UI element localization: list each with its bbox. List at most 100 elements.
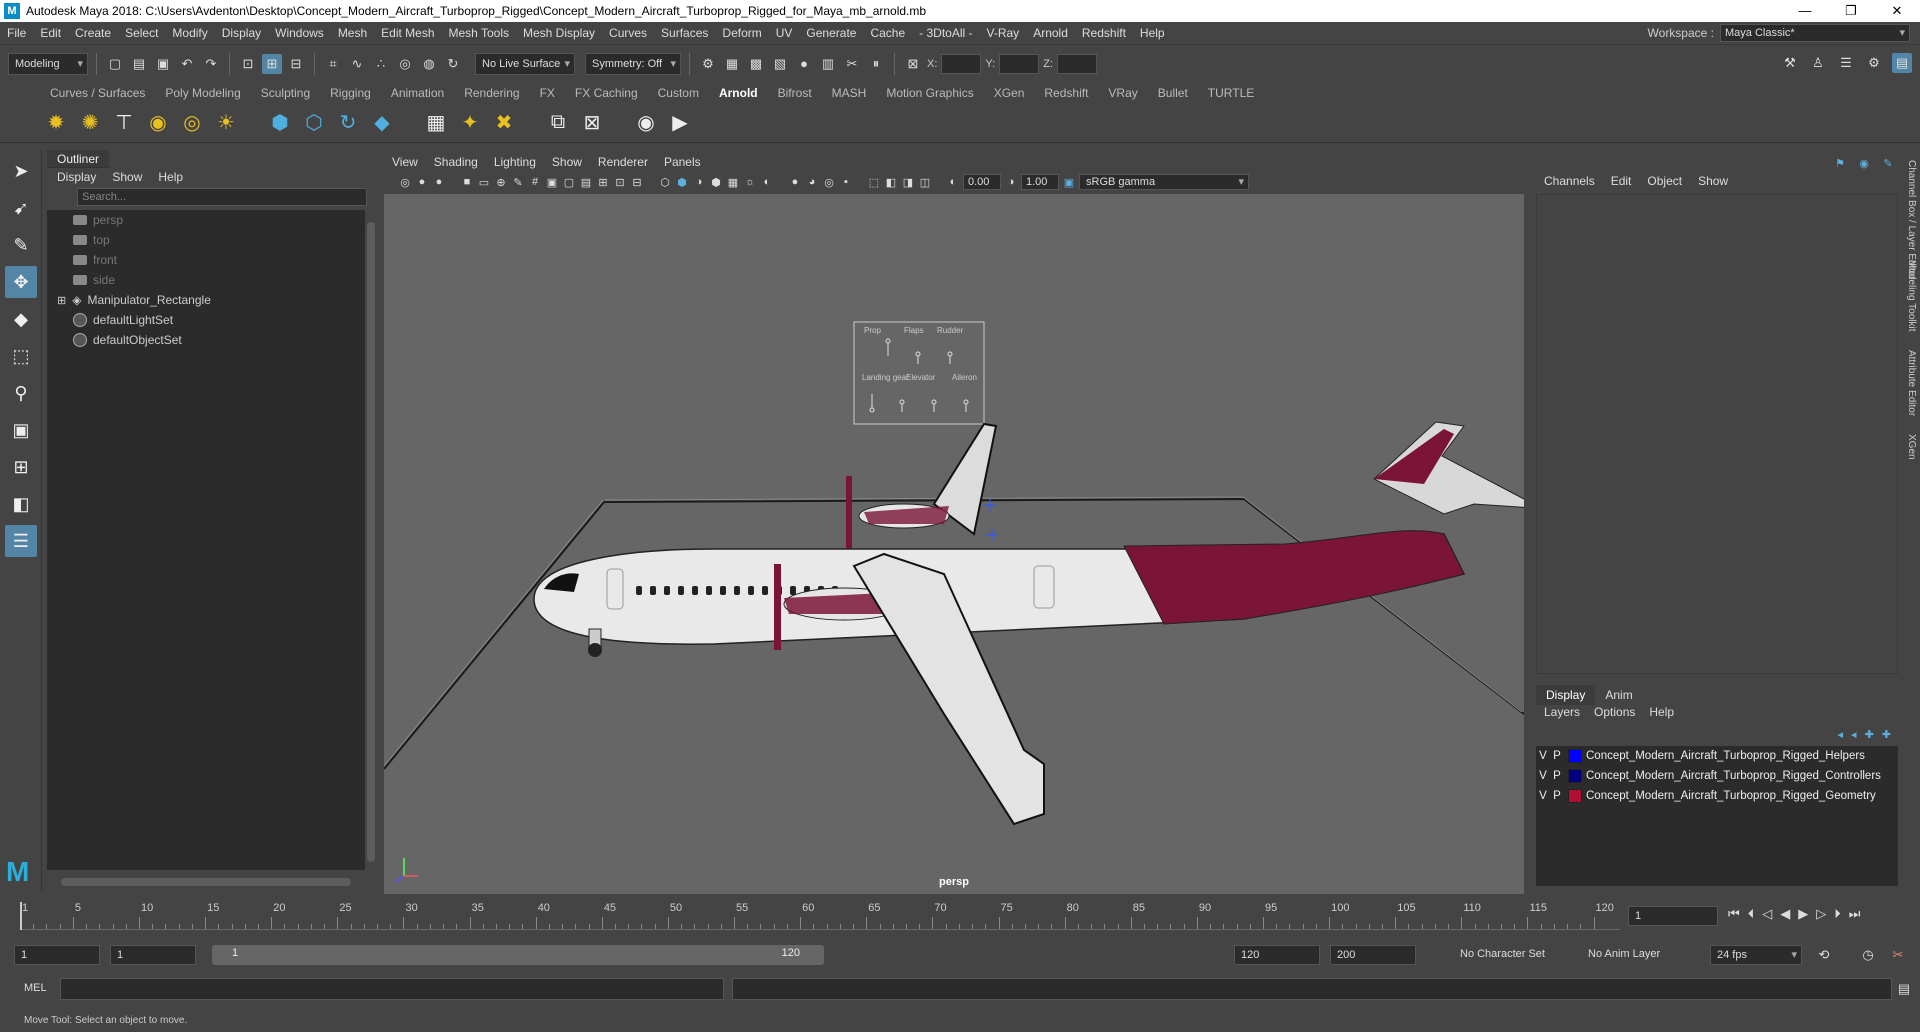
smooth-shade-icon[interactable]: ⬢ <box>675 175 689 189</box>
live-surface-field[interactable]: No Live Surface <box>475 52 575 75</box>
menu-uv[interactable]: UV <box>769 26 800 40</box>
side-tab-xgen[interactable]: XGen <box>1906 434 1917 460</box>
menu-surfaces[interactable]: Surfaces <box>654 26 715 40</box>
tool-toggle-icon[interactable]: ✎ <box>1881 156 1895 170</box>
outliner-item[interactable]: defaultObjectSet <box>47 330 365 350</box>
shelf-tab-motion-graphics[interactable]: Motion Graphics <box>876 86 983 100</box>
outliner-menu-help[interactable]: Help <box>158 170 183 184</box>
display-layer-row[interactable]: V P Concept_Modern_Aircraft_Turboprop_Rigg… <box>1536 786 1898 806</box>
tx-manager-icon[interactable]: ⧉ <box>544 109 572 137</box>
viewport-canvas[interactable]: Prop Flaps Rudder Landing gear Elevator … <box>383 194 1536 894</box>
transform-mode-icon[interactable]: ⊠ <box>903 54 923 74</box>
physical-sky-icon[interactable]: ☀ <box>212 109 240 137</box>
menu-v-ray[interactable]: V-Ray <box>980 26 1027 40</box>
select-component-icon[interactable]: ⊟ <box>286 54 306 74</box>
render-view-icon[interactable]: ▧ <box>770 54 790 74</box>
layer-menu-help[interactable]: Help <box>1649 705 1674 719</box>
command-input[interactable] <box>60 978 724 1000</box>
use-all-lights-icon[interactable]: ☼ <box>743 175 757 189</box>
mel-label[interactable]: MEL <box>24 982 47 994</box>
open-scene-icon[interactable]: ▤ <box>129 54 149 74</box>
photometric-light-icon[interactable]: ⊤ <box>110 109 138 137</box>
rig-control-panel[interactable]: Prop Flaps Rudder Landing gear Elevator … <box>853 321 985 425</box>
layer-visibility-toggle[interactable]: V <box>1536 770 1550 782</box>
close-button[interactable]: ✕ <box>1874 0 1920 22</box>
viewport-menu-lighting[interactable]: Lighting <box>486 155 544 169</box>
shelf-tab-turtle[interactable]: TURTLE <box>1198 86 1264 100</box>
channel-box-icon[interactable]: ▤ <box>1892 53 1912 73</box>
layer-menu-layers[interactable]: Layers <box>1544 705 1580 719</box>
go-to-start-icon[interactable]: ⏮ <box>1728 906 1740 922</box>
z-field[interactable] <box>1056 53 1097 74</box>
grid-icon[interactable]: # <box>528 175 542 189</box>
layer-color-swatch[interactable] <box>1568 769 1582 783</box>
flush-cache-icon[interactable]: ✖ <box>490 109 518 137</box>
shadows-icon[interactable]: ◐ <box>760 175 774 189</box>
snap-curve-icon[interactable]: ∿ <box>347 54 367 74</box>
wireframe-icon[interactable]: ⬡ <box>658 175 672 189</box>
safe-action-icon[interactable]: ⊡ <box>613 175 627 189</box>
outliner-menu-show[interactable]: Show <box>112 170 142 184</box>
maximize-button[interactable]: ❐ <box>1828 0 1874 22</box>
isolate-select-icon[interactable]: ⬚ <box>867 175 881 189</box>
playback-end-field[interactable]: 120 <box>1234 945 1320 965</box>
display-layer-row[interactable]: V P Concept_Modern_Aircraft_Turboprop_Rigg… <box>1536 766 1898 786</box>
shelf-tab-fx-caching[interactable]: FX Caching <box>565 86 648 100</box>
start-time-field[interactable]: 1 <box>14 945 100 965</box>
layer-color-swatch[interactable] <box>1568 749 1582 763</box>
y-field[interactable] <box>999 53 1040 74</box>
exposure-field[interactable]: 0.00 <box>963 174 1001 190</box>
area-light-icon[interactable]: ✹ <box>42 109 70 137</box>
viewport-menu-view[interactable]: View <box>384 155 426 169</box>
select-object-icon[interactable]: ⊞ <box>262 53 282 74</box>
time-slider[interactable]: 1 5 10 15 20 25 30 35 40 45 50 55 60 65 70 75 80 85 90 95 10… <box>0 898 1920 934</box>
render-frame-icon[interactable]: ▦ <box>722 54 742 74</box>
workspace-dropdown[interactable]: Maya Classic* <box>1720 24 1910 42</box>
snap-grid-icon[interactable]: ⌗ <box>323 54 343 74</box>
menu-help[interactable]: Help <box>1133 26 1172 40</box>
attribute-editor-icon[interactable]: ☰ <box>1836 53 1856 73</box>
viewport-menu-renderer[interactable]: Renderer <box>590 155 656 169</box>
snap-point-icon[interactable]: ∴ <box>371 54 391 74</box>
volume-icon[interactable]: ◆ <box>368 109 396 137</box>
license-icon[interactable]: ⊠ <box>578 109 606 137</box>
fps-dropdown[interactable]: 24 fps <box>1710 945 1802 965</box>
step-back-frame-icon[interactable]: ⏴ <box>1748 906 1755 922</box>
gamma-field[interactable]: 1.00 <box>1021 174 1059 190</box>
bookmark-icon[interactable]: ● <box>432 175 446 189</box>
pause-icon[interactable]: ⏸ <box>866 54 886 74</box>
step-back-key-icon[interactable]: ◁ <box>1762 906 1772 922</box>
outliner-item[interactable]: top <box>47 230 365 250</box>
outliner-horizontal-scrollbar[interactable] <box>47 876 365 888</box>
menu-select[interactable]: Select <box>118 26 165 40</box>
shelf-tab-rendering[interactable]: Rendering <box>454 86 529 100</box>
time-slider-track[interactable]: 1 5 10 15 20 25 30 35 40 45 50 55 60 65 70 75 80 85 90 95 10… <box>20 902 1620 930</box>
outliner-item[interactable]: defaultLightSet <box>47 310 365 330</box>
skydome-light-icon[interactable]: ◉ <box>144 109 172 137</box>
hypershade-icon[interactable]: ● <box>794 54 814 74</box>
play-forwards-icon[interactable]: ▶ <box>1798 906 1808 922</box>
menu-generate[interactable]: Generate <box>799 26 863 40</box>
move-manipulator-icon[interactable] <box>984 499 998 541</box>
color-management-icon[interactable]: ▣ <box>1062 175 1076 189</box>
loop-icon[interactable]: ⟲ <box>1814 945 1834 965</box>
animation-prefs-icon[interactable]: ✂ <box>1888 945 1908 965</box>
scale-tool-icon[interactable]: ⬚ <box>5 340 37 372</box>
shelf-tab-custom[interactable]: Custom <box>648 86 709 100</box>
x-field[interactable] <box>941 53 982 74</box>
menu-modify[interactable]: Modify <box>165 26 214 40</box>
select-camera-icon[interactable]: ◎ <box>398 175 412 189</box>
render-sequence-icon[interactable]: ✂ <box>842 54 862 74</box>
layer-color-swatch[interactable] <box>1568 789 1582 803</box>
layer-playback-toggle[interactable]: P <box>1550 770 1564 782</box>
minimize-button[interactable]: — <box>1782 0 1828 22</box>
shelf-tab-bullet[interactable]: Bullet <box>1148 86 1198 100</box>
menu-mesh-tools[interactable]: Mesh Tools <box>442 26 516 40</box>
ipr-render-icon[interactable]: ▩ <box>746 54 766 74</box>
snap-view-icon[interactable]: ◎ <box>395 54 415 74</box>
aircraft-model[interactable] <box>533 421 1536 826</box>
menu-mesh[interactable]: Mesh <box>331 26 374 40</box>
shelf-tab-arnold[interactable]: Arnold <box>709 86 768 100</box>
xray-joints-icon[interactable]: ◨ <box>901 175 915 189</box>
export-stand-in-icon[interactable]: ⬡ <box>300 109 328 137</box>
